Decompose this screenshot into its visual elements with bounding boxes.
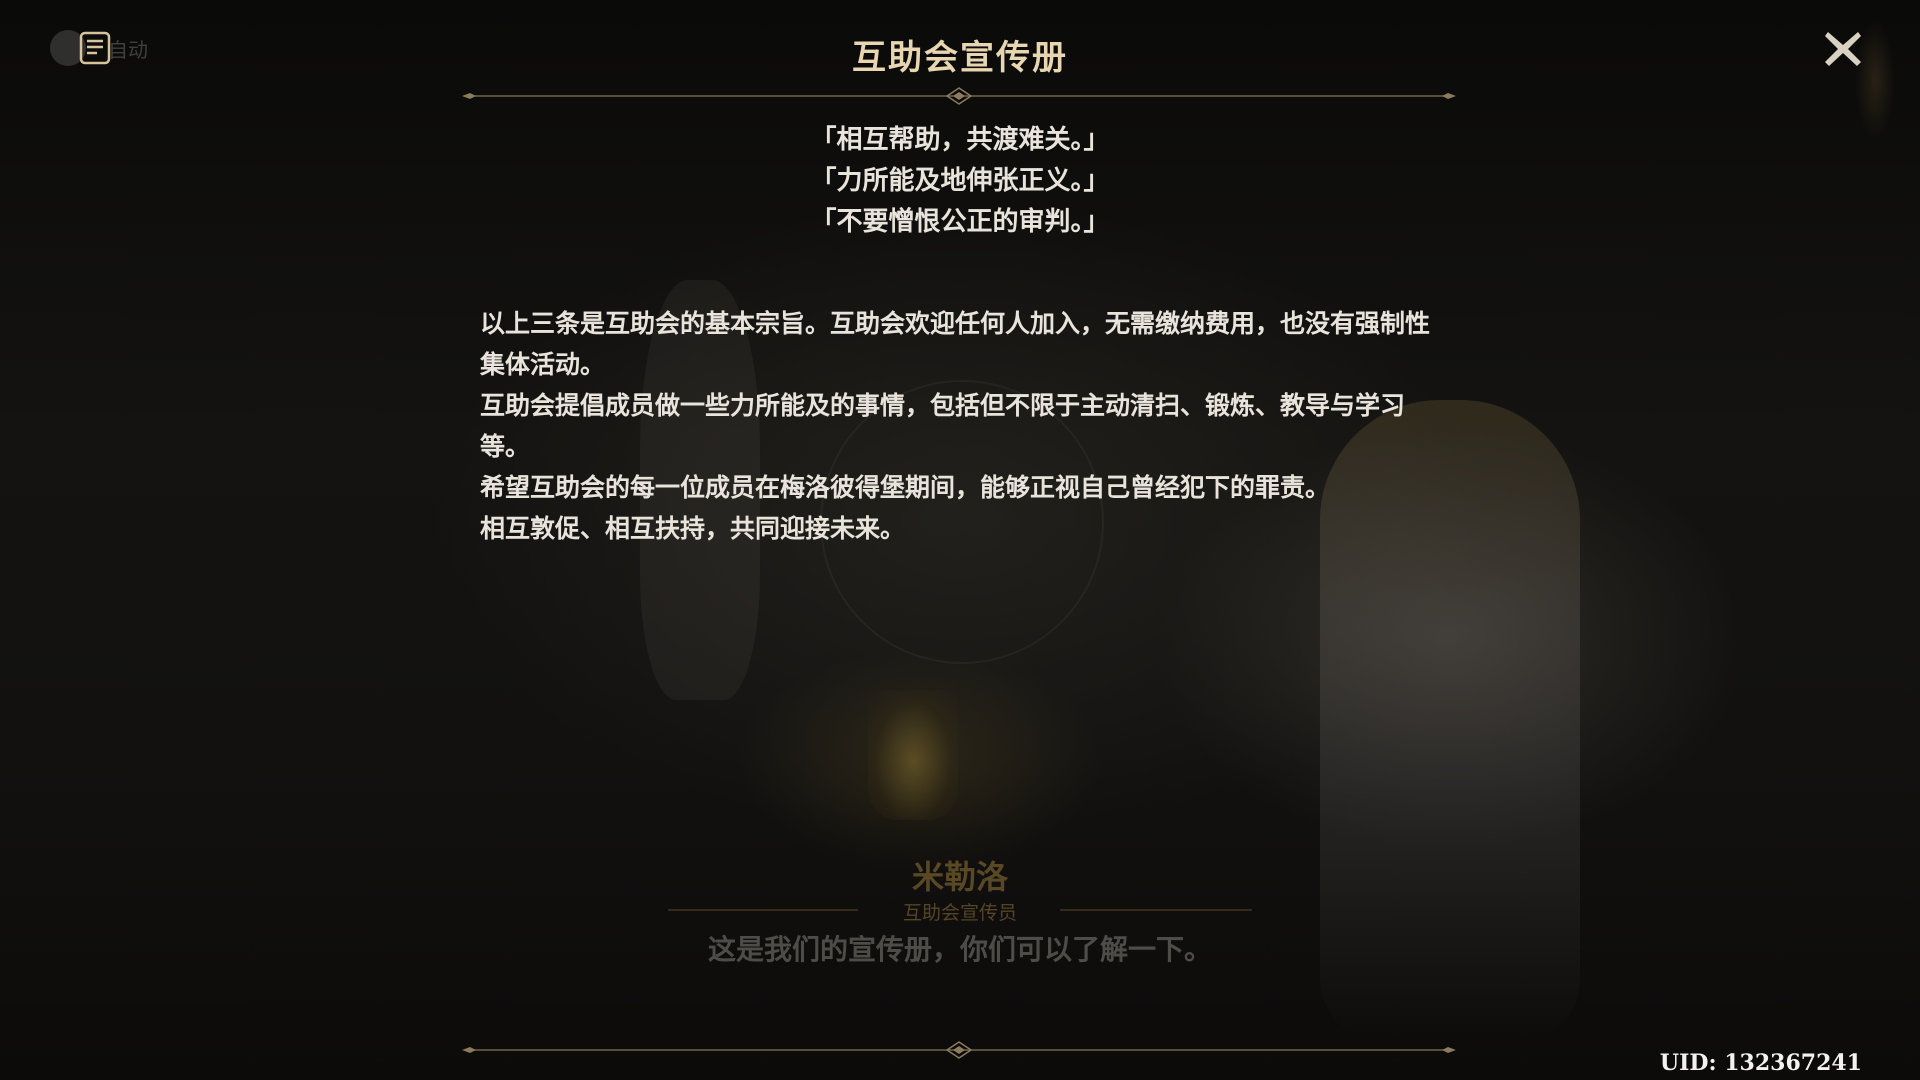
body-paragraph: 希望互助会的每一位成员在梅洛彼得堡期间，能够正视自己曾经犯下的罪责。 — [480, 473, 1331, 502]
bottom-divider — [462, 1041, 1456, 1059]
book-title: 互助会宣传册 — [852, 38, 1068, 78]
book-body: 以上三条是互助会的基本宗旨。互助会欢迎任何人加入，无需缴纳费用，也没有强制性集体… — [480, 303, 1450, 549]
background-lantern — [868, 690, 958, 820]
dialogue-speaker-role: 互助会宣传员 — [902, 902, 1017, 924]
dialogue-speaker-name: 米勒洛 — [911, 858, 1008, 896]
motto-line: 「不要憎恨公正的审判。」 — [810, 207, 1110, 237]
body-paragraph: 相互敦促、相互扶持，共同迎接未来。 — [480, 514, 906, 543]
body-paragraph: 互助会提倡成员做一些力所能及的事情，包括但不限于主动清扫、锻炼、教导与学习等。 — [480, 391, 1406, 461]
uid-label: UID: 132367241 — [1659, 1050, 1862, 1076]
body-paragraph: 以上三条是互助会的基本宗旨。互助会欢迎任何人加入，无需缴纳费用，也没有强制性集体… — [480, 309, 1431, 379]
title-divider — [462, 87, 1456, 105]
motto-list: 「相互帮助，共渡难关。」 「力所能及地伸张正义。」 「不要憎恨公正的审判。」 — [0, 120, 1920, 243]
motto-line: 「相互帮助，共渡难关。」 — [810, 125, 1110, 155]
dialogue-text[interactable]: 这是我们的宣传册，你们可以了解一下。 — [0, 928, 1920, 968]
motto-line: 「力所能及地伸张正义。」 — [810, 166, 1110, 196]
